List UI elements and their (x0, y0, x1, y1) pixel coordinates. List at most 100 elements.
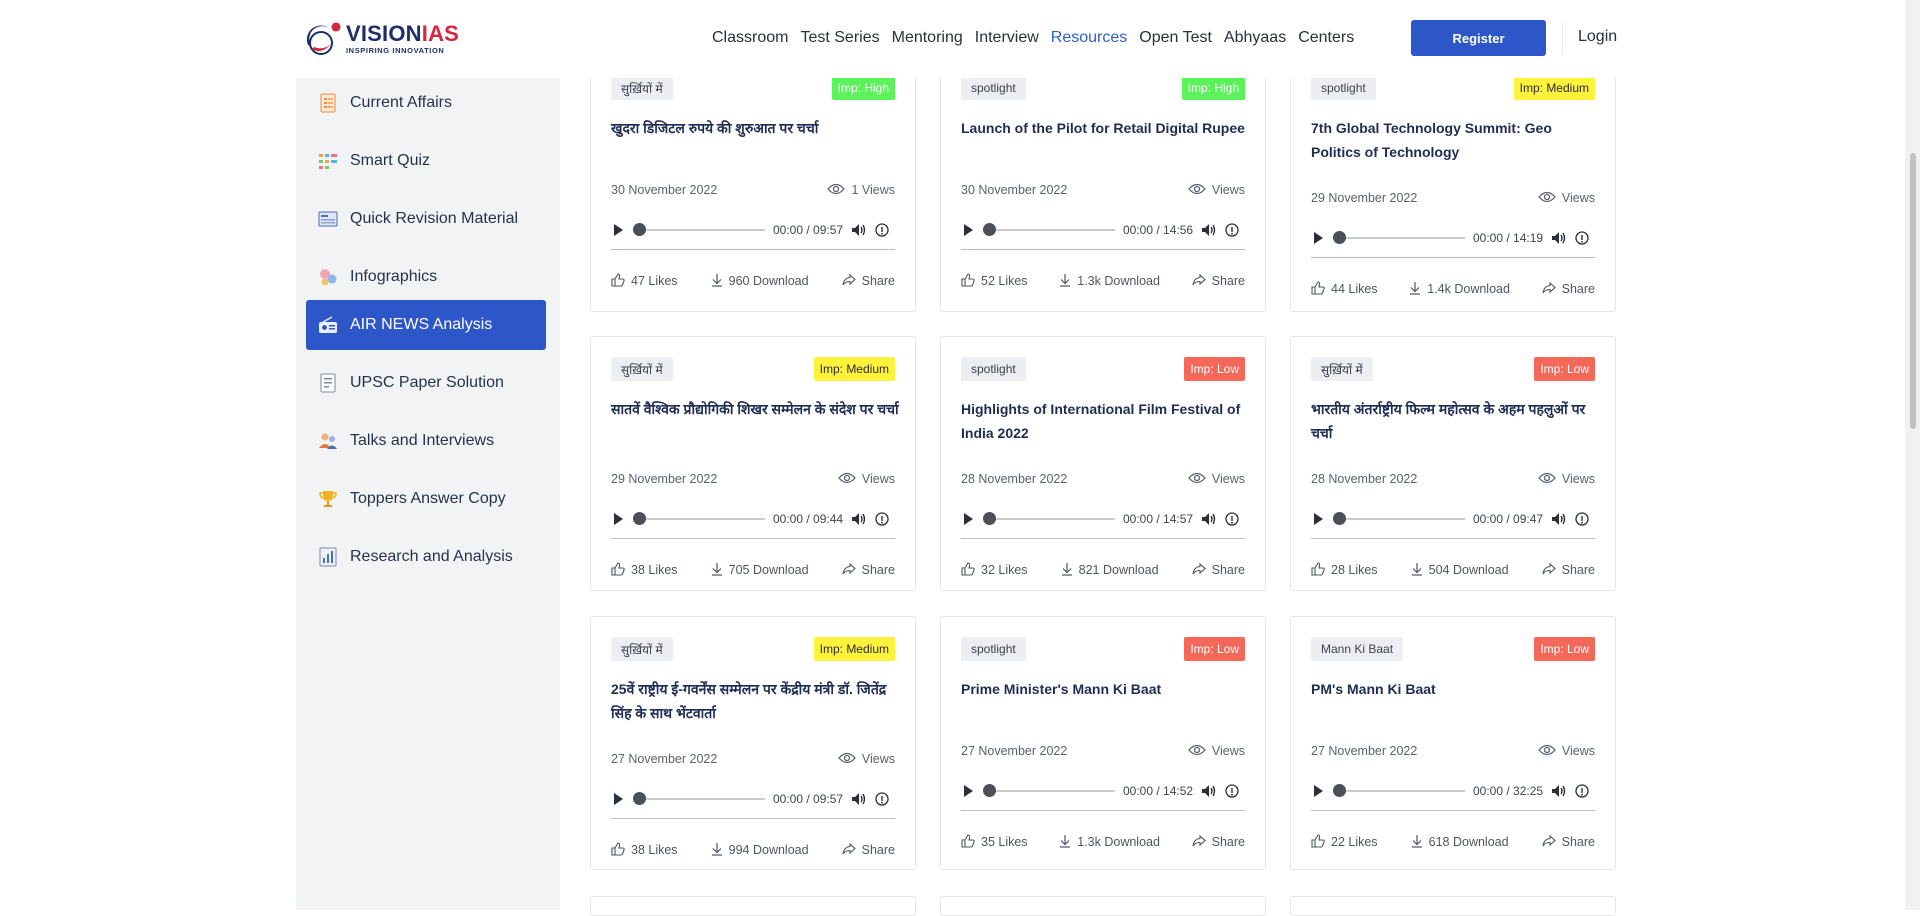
card-title[interactable]: Launch of the Pilot for Retail Digital R… (961, 116, 1251, 140)
register-button[interactable]: Register (1411, 20, 1546, 56)
like-button[interactable]: 47 Likes (611, 272, 678, 290)
nav-abhyaas[interactable]: Abhyaas (1224, 29, 1286, 47)
nav-centers[interactable]: Centers (1298, 29, 1354, 47)
progress-slider[interactable] (633, 792, 765, 805)
slider-knob[interactable] (983, 512, 996, 525)
sidebar-item-quick-revision-material[interactable]: Quick Revision Material (306, 194, 546, 244)
sidebar-item-infographics[interactable]: Infographics (306, 252, 546, 302)
page-scrollbar-track[interactable] (1905, 0, 1920, 910)
sidebar-item-upsc-paper-solution[interactable]: UPSC Paper Solution (306, 358, 546, 408)
share-button[interactable]: Share (1542, 562, 1595, 578)
playback-speed-icon[interactable] (1225, 784, 1239, 798)
playback-speed-icon[interactable] (1575, 784, 1589, 798)
like-button[interactable]: 38 Likes (611, 841, 678, 859)
like-button[interactable]: 32 Likes (961, 561, 1028, 579)
page-scrollbar-thumb[interactable] (1910, 153, 1916, 429)
like-button[interactable]: 35 Likes (961, 833, 1028, 851)
slider-knob[interactable] (983, 223, 996, 236)
play-icon[interactable] (611, 792, 625, 806)
progress-slider[interactable] (983, 512, 1115, 525)
card-title[interactable]: PM's Mann Ki Baat (1311, 677, 1601, 701)
playback-speed-icon[interactable] (875, 792, 889, 806)
share-button[interactable]: Share (842, 562, 895, 578)
play-icon[interactable] (1311, 784, 1325, 798)
slider-knob[interactable] (1333, 231, 1346, 244)
play-icon[interactable] (961, 512, 975, 526)
play-icon[interactable] (611, 223, 625, 237)
volume-icon[interactable] (851, 792, 867, 806)
progress-slider[interactable] (1333, 512, 1465, 525)
share-button[interactable]: Share (1192, 562, 1245, 578)
share-button[interactable]: Share (1192, 834, 1245, 850)
download-button[interactable]: 618 Download (1411, 834, 1509, 851)
download-button[interactable]: 1.3k Download (1059, 273, 1160, 290)
slider-knob[interactable] (633, 792, 646, 805)
download-button[interactable]: 705 Download (711, 562, 809, 579)
volume-icon[interactable] (851, 223, 867, 237)
share-button[interactable]: Share (1542, 834, 1595, 850)
share-button[interactable]: Share (842, 273, 895, 289)
slider-knob[interactable] (633, 223, 646, 236)
like-button[interactable]: 44 Likes (1311, 280, 1378, 298)
slider-knob[interactable] (1333, 784, 1346, 797)
nav-test-series[interactable]: Test Series (800, 29, 879, 47)
download-button[interactable]: 1.3k Download (1059, 834, 1160, 851)
like-button[interactable]: 52 Likes (961, 272, 1028, 290)
playback-speed-icon[interactable] (1225, 512, 1239, 526)
playback-speed-icon[interactable] (1225, 223, 1239, 237)
playback-speed-icon[interactable] (1575, 512, 1589, 526)
like-button[interactable]: 38 Likes (611, 561, 678, 579)
play-icon[interactable] (611, 512, 625, 526)
volume-icon[interactable] (851, 512, 867, 526)
play-icon[interactable] (961, 223, 975, 237)
volume-icon[interactable] (1551, 784, 1567, 798)
sidebar-item-air-news-analysis[interactable]: AIR NEWS Analysis (306, 300, 546, 350)
card-title[interactable]: Prime Minister's Mann Ki Baat (961, 677, 1251, 701)
download-button[interactable]: 504 Download (1411, 562, 1509, 579)
card-title[interactable]: सातवें वैश्विक प्रौद्योगिकी शिखर सम्मेलन… (611, 397, 901, 421)
nav-mentoring[interactable]: Mentoring (892, 29, 963, 47)
play-icon[interactable] (1311, 231, 1325, 245)
visionias-logo[interactable]: VISIONIAS INSPIRING INNOVATION (302, 18, 472, 60)
slider-knob[interactable] (633, 512, 646, 525)
volume-icon[interactable] (1551, 231, 1567, 245)
volume-icon[interactable] (1551, 512, 1567, 526)
sidebar-item-talks-and-interviews[interactable]: Talks and Interviews (306, 416, 546, 466)
login-link[interactable]: Login (1578, 28, 1617, 46)
download-button[interactable]: 994 Download (711, 842, 809, 859)
card-title[interactable]: Highlights of International Film Festiva… (961, 397, 1251, 445)
volume-icon[interactable] (1201, 512, 1217, 526)
play-icon[interactable] (961, 784, 975, 798)
slider-knob[interactable] (983, 784, 996, 797)
sidebar-item-current-affairs[interactable]: Current Affairs (306, 78, 546, 128)
download-button[interactable]: 821 Download (1061, 562, 1159, 579)
progress-slider[interactable] (633, 512, 765, 525)
sidebar-item-smart-quiz[interactable]: Smart Quiz (306, 136, 546, 186)
progress-slider[interactable] (1333, 784, 1465, 797)
sidebar-item-toppers-answer-copy[interactable]: Toppers Answer Copy (306, 474, 546, 524)
volume-icon[interactable] (1201, 223, 1217, 237)
progress-slider[interactable] (1333, 231, 1465, 244)
playback-speed-icon[interactable] (875, 512, 889, 526)
progress-slider[interactable] (983, 223, 1115, 236)
like-button[interactable]: 22 Likes (1311, 833, 1378, 851)
playback-speed-icon[interactable] (875, 223, 889, 237)
play-icon[interactable] (1311, 512, 1325, 526)
share-button[interactable]: Share (1542, 281, 1595, 297)
progress-slider[interactable] (983, 784, 1115, 797)
card-title[interactable]: 7th Global Technology Summit: Geo Politi… (1311, 116, 1601, 164)
progress-slider[interactable] (633, 223, 765, 236)
nav-open-test[interactable]: Open Test (1139, 29, 1212, 47)
share-button[interactable]: Share (842, 842, 895, 858)
nav-interview[interactable]: Interview (975, 29, 1039, 47)
download-button[interactable]: 1.4k Download (1409, 281, 1510, 298)
slider-knob[interactable] (1333, 512, 1346, 525)
share-button[interactable]: Share (1192, 273, 1245, 289)
nav-resources[interactable]: Resources (1051, 29, 1127, 47)
playback-speed-icon[interactable] (1575, 231, 1589, 245)
nav-classroom[interactable]: Classroom (712, 29, 788, 47)
card-title[interactable]: भारतीय अंतर्राष्ट्रीय फिल्म महोत्सव के अ… (1311, 397, 1601, 445)
card-title[interactable]: खुदरा डिजिटल रुपये की शुरुआत पर चर्चा (611, 116, 901, 140)
download-button[interactable]: 960 Download (711, 273, 809, 290)
volume-icon[interactable] (1201, 784, 1217, 798)
